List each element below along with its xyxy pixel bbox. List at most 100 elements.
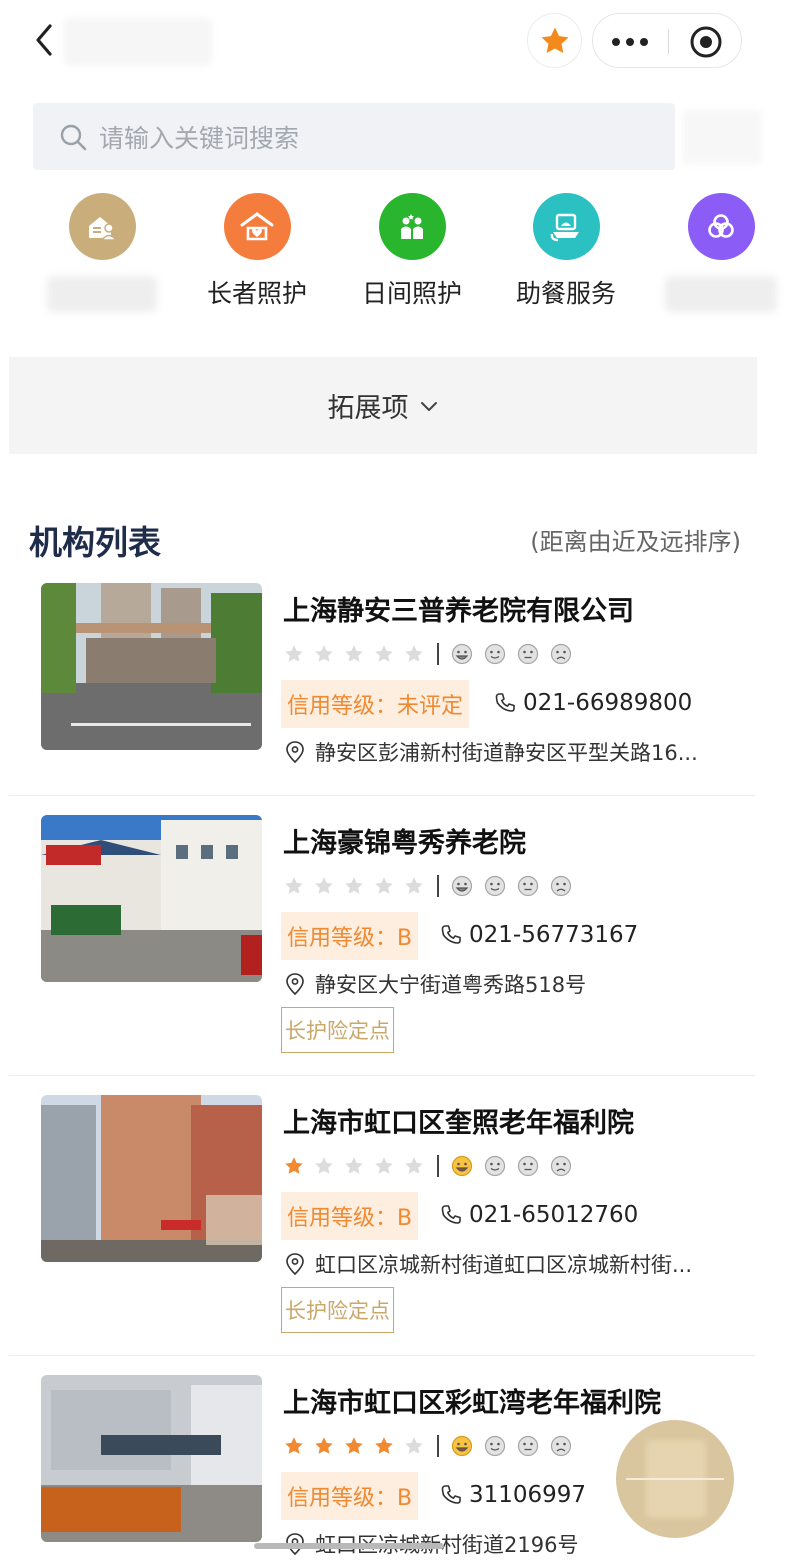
rating-row [283,1151,583,1181]
chevron-left-icon [36,24,52,56]
rating-row [283,1431,583,1461]
location-pin-icon [286,973,304,995]
more-dots-icon [612,37,648,46]
credit-level-badge: 信用等级：未评定 [281,680,470,728]
rating-separator [437,643,439,665]
smile-face-icon [484,875,506,897]
smile-face-icon [484,643,506,665]
star-empty-icon [375,1157,393,1174]
sad-face-icon [550,875,572,897]
floating-button-line [626,1478,724,1480]
star-empty-icon [315,877,333,894]
rating-row [283,639,583,669]
category-label: 长者照护 [206,279,307,308]
category-item-1[interactable] [32,193,172,312]
star-filled-icon [345,1437,363,1454]
star-icon [541,27,568,53]
family-icon [401,213,423,239]
circles-icon [708,213,734,238]
institution-name: 上海静安三普养老院有限公司 [283,596,634,627]
star-empty-icon [285,877,303,894]
star-empty-icon [285,645,303,662]
ltc-insurance-tag: 长护险定点 [281,1007,394,1053]
category-circle [68,193,136,260]
star-empty-icon [345,1157,363,1174]
category-label: 日间照护 [361,279,462,308]
phone-number: 31106997 [469,1482,587,1508]
rating-row [283,871,583,901]
meal-tray-icon [550,213,579,241]
rating-separator [437,1155,439,1177]
star-filled-icon [285,1157,303,1174]
phone-number: 021-56773167 [469,922,639,948]
location-pin-icon [286,741,304,763]
phone-icon [495,693,515,712]
category-label: 助餐服务 [515,279,616,308]
category-circle [378,193,446,260]
address-text: 静安区彭浦新村街道静安区平型关路16... [315,741,698,765]
back-button[interactable] [28,20,64,60]
neutral-face-icon [517,875,539,897]
institution-name: 上海市虹口区奎照老年福利院 [283,1108,634,1139]
close-button[interactable] [669,14,743,69]
more-button[interactable] [593,14,667,69]
phone-link[interactable]: 31106997 [439,1477,586,1513]
phone-icon [441,1205,461,1224]
star-empty-icon [315,1157,333,1174]
star-empty-icon [405,877,423,894]
home-user-icon [89,216,118,241]
address-row: 静安区大宁街道粤秀路518号 [285,968,725,1000]
address-text: 静安区大宁街道粤秀路518号 [315,973,587,997]
smile-face-icon [484,1155,506,1177]
phone-link[interactable]: 021-65012760 [439,1197,638,1233]
list-title: 机构列表 [29,523,161,562]
star-empty-icon [345,877,363,894]
credit-level-badge: 信用等级：B [281,1192,419,1240]
sad-face-icon [550,1435,572,1457]
category-item-4[interactable]: 助餐服务 [496,193,636,310]
top-bar [0,0,811,82]
category-circle [532,193,600,260]
search-icon [60,124,87,150]
institution-photo [41,583,262,750]
phone-link[interactable]: 021-66989800 [493,685,692,721]
mini-program-capsule [592,13,742,68]
laugh-face-icon [451,1155,473,1177]
search-placeholder: 请输入关键词搜索 [99,123,300,153]
rating-separator [437,1435,439,1457]
category-label-blurred [47,276,157,312]
neutral-face-icon [517,643,539,665]
institution-photo [41,1095,262,1262]
star-filled-icon [315,1437,333,1454]
list-divider [9,1075,755,1076]
category-item-2[interactable]: 长者照护 [187,193,327,310]
star-empty-icon [405,1157,423,1174]
floating-action-button[interactable] [616,1420,734,1538]
credit-level-badge: 信用等级：B [281,1472,419,1520]
institution-photo [41,1375,262,1542]
phone-number: 021-65012760 [469,1202,639,1228]
category-item-3[interactable]: 日间照护 [342,193,482,310]
category-circle [223,193,291,260]
phone-link[interactable]: 021-56773167 [439,917,638,953]
chevron-down-icon [420,401,437,411]
rating-separator [437,875,439,897]
search-bar[interactable]: 请输入关键词搜索 [33,103,675,170]
star-empty-icon [405,1437,423,1454]
institution-name: 上海豪锦粤秀养老院 [283,828,526,859]
smile-face-icon [484,1435,506,1457]
star-empty-icon [375,877,393,894]
ltc-insurance-tag: 长护险定点 [281,1287,394,1333]
care-home-icon [240,211,274,240]
category-label-blurred [665,276,777,312]
institution-photo [41,815,262,982]
favorite-button[interactable] [527,13,582,68]
expand-filter-bar[interactable]: 拓展项 [9,357,757,454]
star-empty-icon [315,645,333,662]
neutral-face-icon [517,1155,539,1177]
star-filled-icon [375,1437,393,1454]
expand-label: 拓展项 [327,393,409,424]
category-item-5[interactable] [651,193,791,312]
sad-face-icon [550,1155,572,1177]
laugh-face-icon [451,875,473,897]
